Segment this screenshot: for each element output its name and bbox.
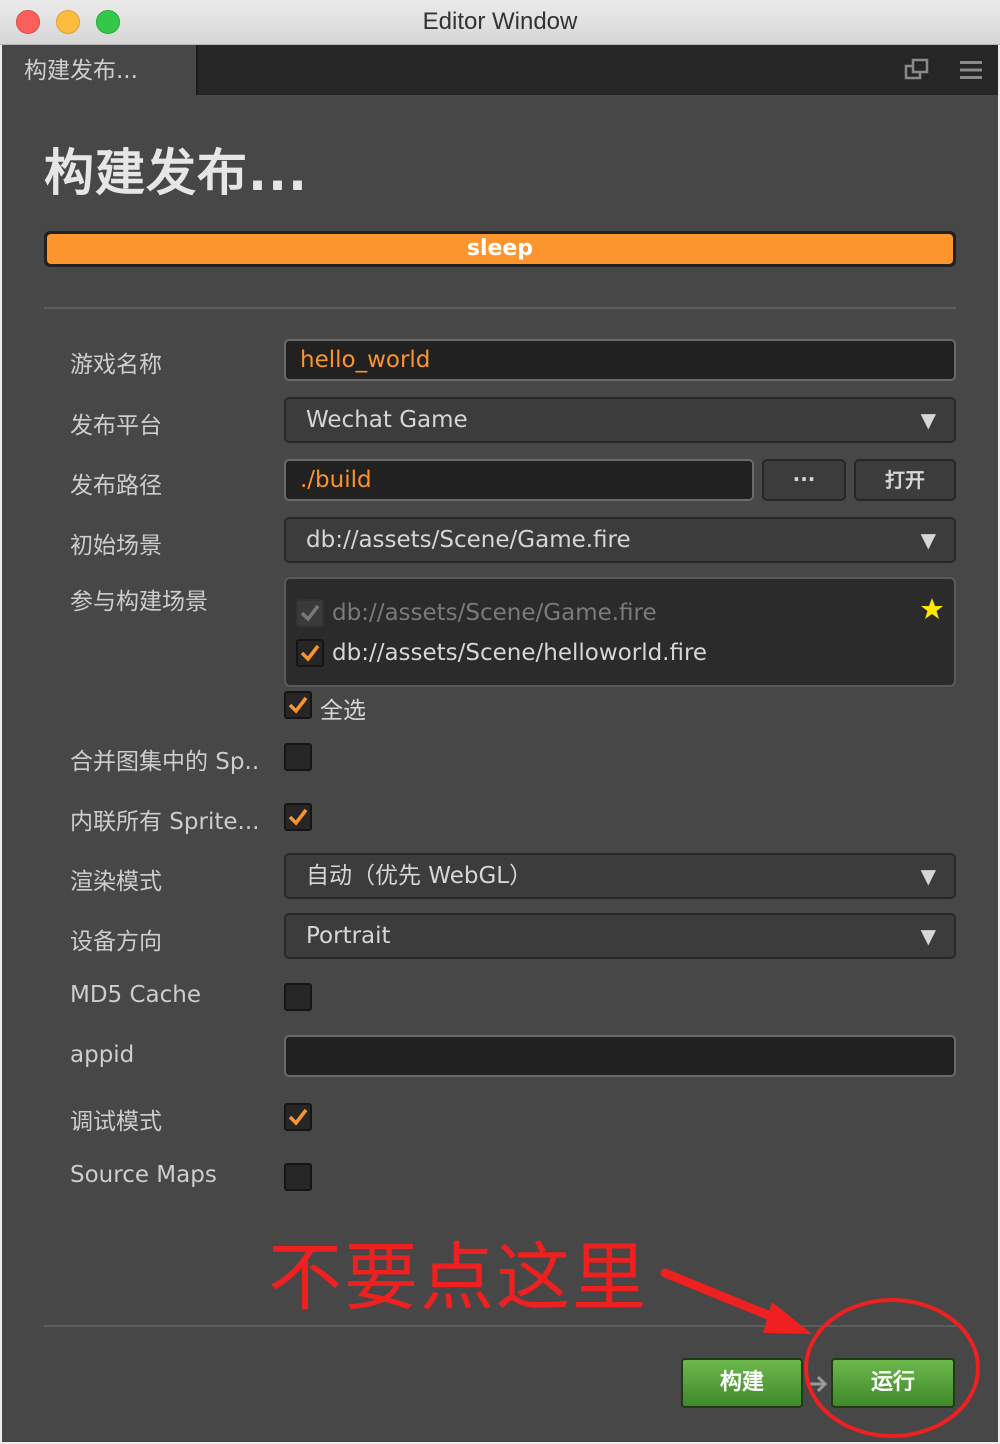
- appid-input[interactable]: [284, 1035, 956, 1077]
- scene-checkbox-helloworld[interactable]: [296, 639, 324, 667]
- scene-checkbox-disabled: [296, 599, 324, 627]
- dropdown-arrow-icon: ▼: [920, 408, 936, 432]
- dropdown-arrow-icon: ▼: [920, 528, 936, 552]
- md5-cache-label: MD5 Cache: [70, 982, 202, 1008]
- arrow-right-icon: [808, 1375, 828, 1393]
- start-scene-star-icon: [921, 598, 943, 619]
- window-titlebar: Editor Window: [0, 0, 1000, 45]
- select-all-checkbox[interactable]: [284, 691, 312, 719]
- render-mode-value: 自动（优先 WebGL）: [306, 863, 533, 889]
- orientation-value: Portrait: [306, 923, 391, 949]
- platform-label: 发布平台: [70, 413, 162, 439]
- platform-select[interactable]: Wechat Game ▼: [284, 397, 956, 443]
- progress-status-text: sleep: [466, 236, 534, 261]
- debug-mode-checkbox[interactable]: [284, 1103, 312, 1131]
- build-button[interactable]: 构建: [681, 1358, 803, 1408]
- orientation-select[interactable]: Portrait ▼: [284, 913, 956, 959]
- appid-label: appid: [70, 1042, 135, 1068]
- popout-icon[interactable]: [904, 57, 930, 83]
- merge-atlas-checkbox[interactable]: [284, 743, 312, 771]
- page-title: 构建发布...: [44, 144, 308, 202]
- panel-tabbar: 构建发布...: [2, 45, 998, 95]
- platform-value: Wechat Game: [306, 407, 468, 433]
- dropdown-arrow-icon: ▼: [920, 864, 936, 888]
- browse-path-button[interactable]: ···: [762, 459, 846, 501]
- game-name-input[interactable]: hello_world: [284, 339, 956, 381]
- orientation-label: 设备方向: [70, 929, 162, 955]
- scene-item-game: db://assets/Scene/Game.fire: [332, 600, 657, 626]
- included-scenes-list: db://assets/Scene/Game.fire db://assets/…: [284, 577, 956, 687]
- build-path-label: 发布路径: [70, 473, 162, 499]
- start-scene-label: 初始场景: [70, 533, 162, 559]
- render-mode-select[interactable]: 自动（优先 WebGL） ▼: [284, 853, 956, 899]
- inline-sprite-label: 内联所有 Sprite...: [70, 809, 260, 835]
- merge-atlas-label: 合并图集中的 Sp..: [70, 749, 260, 775]
- md5-cache-checkbox[interactable]: [284, 983, 312, 1011]
- bottom-divider: [44, 1325, 956, 1327]
- top-divider: [44, 307, 956, 309]
- game-name-label: 游戏名称: [70, 352, 162, 378]
- build-path-input[interactable]: ./build: [284, 459, 754, 501]
- open-path-button[interactable]: 打开: [854, 459, 956, 501]
- inline-sprite-checkbox[interactable]: [284, 803, 312, 831]
- start-scene-value: db://assets/Scene/Game.fire: [306, 527, 631, 553]
- window-title: Editor Window: [422, 8, 578, 35]
- start-scene-select[interactable]: db://assets/Scene/Game.fire ▼: [284, 517, 956, 563]
- included-scenes-label: 参与构建场景: [70, 589, 208, 615]
- source-maps-checkbox[interactable]: [284, 1163, 312, 1191]
- source-maps-label: Source Maps: [70, 1162, 217, 1188]
- annotation-text: 不要点这里: [268, 1235, 648, 1321]
- run-button[interactable]: 运行: [831, 1358, 955, 1408]
- dropdown-arrow-icon: ▼: [920, 924, 936, 948]
- select-all-label[interactable]: 全选: [320, 691, 366, 725]
- panel-menu-icon[interactable]: [958, 57, 984, 83]
- debug-mode-label: 调试模式: [70, 1109, 162, 1135]
- tab-build[interactable]: 构建发布...: [2, 45, 198, 95]
- render-mode-label: 渲染模式: [70, 869, 162, 895]
- scene-item-helloworld: db://assets/Scene/helloworld.fire: [332, 640, 708, 666]
